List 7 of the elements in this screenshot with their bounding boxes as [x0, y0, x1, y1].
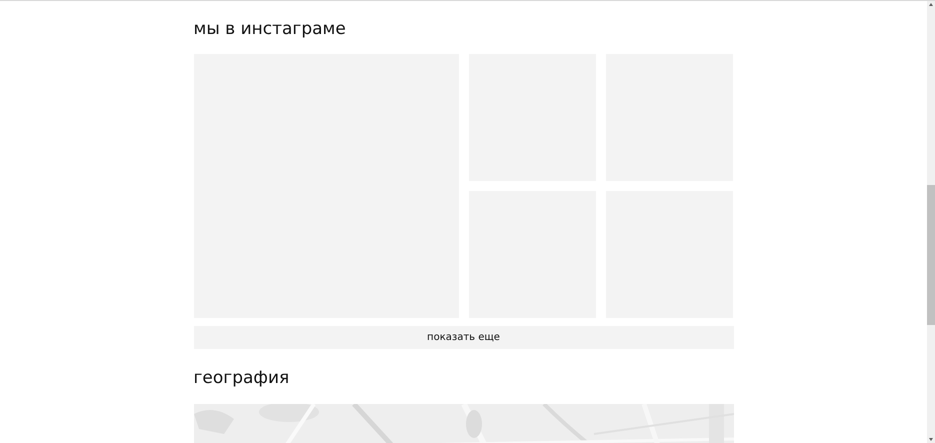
- show-more-button[interactable]: показать еще: [194, 326, 734, 349]
- section-title: география: [194, 368, 290, 388]
- scrollbar-thumb[interactable]: [927, 185, 935, 325]
- scrollbar[interactable]: [927, 1, 935, 443]
- scroll-up-icon[interactable]: [927, 1, 935, 7]
- scroll-down-icon[interactable]: [927, 437, 935, 443]
- section-title: мы в инстаграме: [194, 19, 347, 39]
